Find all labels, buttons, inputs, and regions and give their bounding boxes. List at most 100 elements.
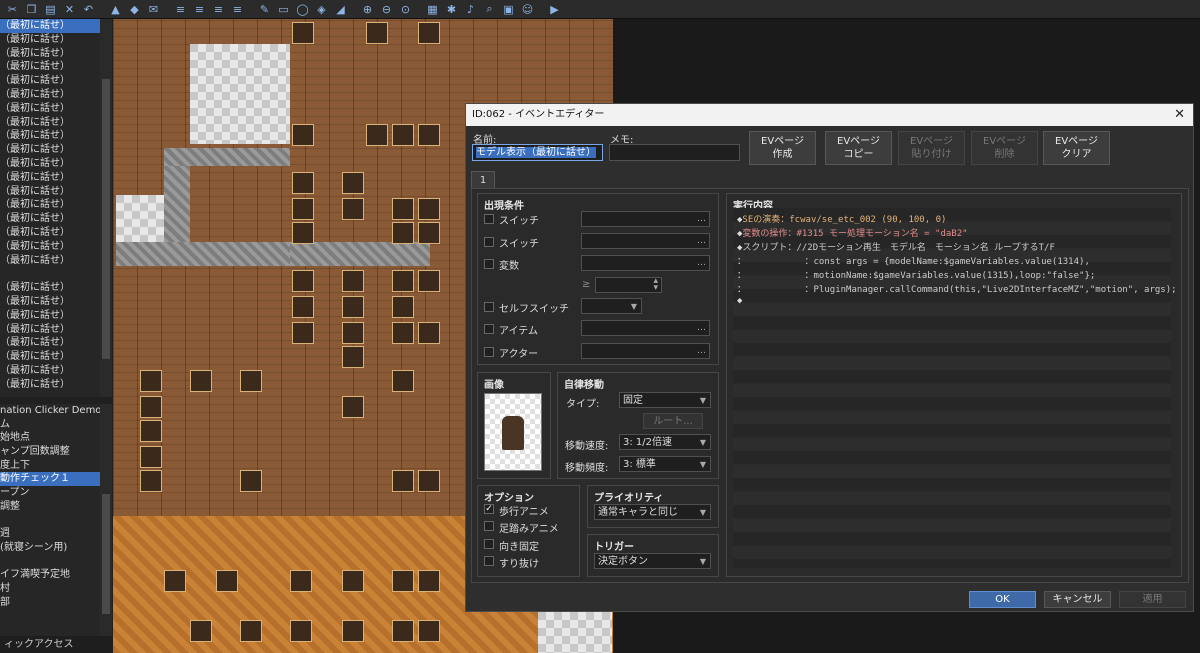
ellipse-icon[interactable]: ◯ <box>294 2 311 17</box>
actor-checkbox[interactable] <box>484 347 494 357</box>
tab-page-1[interactable]: 1 <box>471 171 495 188</box>
map-tree-item[interactable]: nation Clicker Demo1. <box>0 404 100 418</box>
event-list-item[interactable]: （最初に話せ） <box>0 323 100 337</box>
through-checkbox[interactable] <box>484 556 494 566</box>
priority-dropdown[interactable]: 通常キャラと同じ ▼ <box>594 504 711 520</box>
item-field[interactable]: … <box>581 320 710 336</box>
event-list-item[interactable] <box>0 267 100 281</box>
move-speed-dropdown[interactable]: 3: 1/2倍速 ▼ <box>619 434 711 450</box>
map-tree-item[interactable]: 調整 <box>0 500 100 514</box>
event-list-item[interactable]: （最初に話せ） <box>0 295 100 309</box>
map-tree-item[interactable]: 村 <box>0 582 100 596</box>
self-switch-checkbox[interactable] <box>484 302 494 312</box>
database-icon[interactable]: ▦ <box>424 2 441 17</box>
event-list-item[interactable]: （最初に話せ） <box>0 143 100 157</box>
paste-icon[interactable]: ▤ <box>42 2 59 17</box>
event-list-item[interactable]: （最初に話せ） <box>0 185 100 199</box>
apply-button[interactable]: 適用 <box>1119 591 1186 608</box>
trigger-dropdown[interactable]: 決定ボタン ▼ <box>594 553 711 569</box>
layer3-icon[interactable]: ≡ <box>210 2 227 17</box>
map-tree[interactable]: nation Clicker Demo1. ム始地点 ャンプ回数調整 度上下 動作チェッ… <box>0 404 100 636</box>
command-line[interactable]: ： ：motionName:$gameVariables.value(1315)… <box>737 268 1095 281</box>
event-list-item[interactable]: （最初に話せ） <box>0 129 100 143</box>
event-list-item[interactable]: （最初に話せ） <box>0 102 100 116</box>
name-field[interactable]: モデル表示（最初に話せ） <box>472 144 603 161</box>
event-layer-icon[interactable]: ◆ <box>126 2 143 17</box>
variable-value-spinner[interactable]: ▴ ▾ <box>595 277 662 293</box>
actor-field[interactable]: … <box>581 343 710 359</box>
zoom-out-icon[interactable]: ⊖ <box>378 2 395 17</box>
map-tree-item[interactable]: (就寝シーン用) <box>0 541 100 555</box>
character-image-preview[interactable] <box>484 393 542 471</box>
event-list-item[interactable]: （最初に話せ） <box>0 378 100 392</box>
event-list-item[interactable]: （最初に話せ） <box>0 74 100 88</box>
event-list-item[interactable]: （最初に話せ） <box>0 350 100 364</box>
event-list-item[interactable]: （最初に話せ） <box>0 171 100 185</box>
playtest-icon[interactable]: ▶ <box>546 2 563 17</box>
event-list-item[interactable]: （最初に話せ） <box>0 336 100 350</box>
event-list-item[interactable]: （最初に話せ） <box>0 88 100 102</box>
map-tree-item[interactable]: ム <box>0 418 100 432</box>
event-list-item[interactable]: （最初に話せ） <box>0 47 100 61</box>
switch1-field[interactable]: … <box>581 211 710 227</box>
command-list[interactable]: ◆SEの演奏：fcwav/se_etc_002 (90, 100, 0) ◆変数の… <box>733 208 1177 568</box>
event-list-item[interactable]: （最初に話せ） <box>0 157 100 171</box>
stepping-anim-checkbox[interactable] <box>484 521 494 531</box>
switch2-field[interactable]: … <box>581 233 710 249</box>
variable-checkbox[interactable] <box>484 259 494 269</box>
close-icon[interactable]: ✕ <box>1174 104 1185 126</box>
map-tree-item[interactable]: 部 <box>0 596 100 610</box>
fill-icon[interactable]: ◈ <box>313 2 330 17</box>
event-list-item[interactable]: （最初に話せ） <box>0 212 100 226</box>
map-tree-item[interactable]: 始地点 <box>0 431 100 445</box>
event-list-item[interactable]: （最初に話せ） <box>0 226 100 240</box>
event-list-item[interactable]: （最初に話せ） <box>0 254 100 268</box>
event-list-item[interactable]: （最初に話せ） <box>0 198 100 212</box>
direction-fix-checkbox[interactable] <box>484 539 494 549</box>
route-button[interactable]: ルート... <box>643 413 703 429</box>
cancel-button[interactable]: キャンセル <box>1044 591 1111 608</box>
event-list-item[interactable]: （最初に話せ） <box>0 309 100 323</box>
walking-anim-checkbox[interactable]: ✓ <box>484 504 494 514</box>
cut-icon[interactable]: ✂ <box>4 2 21 17</box>
map-tree-item[interactable]: 度上下 <box>0 459 100 473</box>
event-list-scrollbar[interactable] <box>100 19 112 397</box>
sound-icon[interactable]: ♪ <box>462 2 479 17</box>
item-checkbox[interactable] <box>484 324 494 334</box>
command-line[interactable]: ： ：const args = {modelName:$gameVariable… <box>737 254 1090 267</box>
event-list-item[interactable]: （最初に話せ） <box>0 19 100 33</box>
switch2-checkbox[interactable] <box>484 237 494 247</box>
switch1-checkbox[interactable] <box>484 214 494 224</box>
map-tree-item[interactable]: 週 <box>0 527 100 541</box>
move-type-dropdown[interactable]: 固定 ▼ <box>619 392 711 408</box>
pencil-icon[interactable]: ✎ <box>256 2 273 17</box>
move-frequency-dropdown[interactable]: 3: 標準 ▼ <box>619 456 711 472</box>
zoom-actual-icon[interactable]: ⊙ <box>397 2 414 17</box>
command-line[interactable]: ◆SEの演奏：fcwav/se_etc_002 (90, 100, 0) <box>737 212 946 225</box>
map-layer-icon[interactable]: ▲ <box>107 2 124 17</box>
event-list-item[interactable]: （最初に話せ） <box>0 364 100 378</box>
copy-icon[interactable]: ❐ <box>23 2 40 17</box>
event-list-item[interactable]: （最初に話せ） <box>0 60 100 74</box>
map-tree-item[interactable]: ャンプ回数調整 <box>0 445 100 459</box>
resource-icon[interactable]: ▣ <box>500 2 517 17</box>
map-tree-item[interactable] <box>0 514 100 528</box>
rectangle-icon[interactable]: ▭ <box>275 2 292 17</box>
event-list-item[interactable]: （最初に話せ） <box>0 116 100 130</box>
undo-icon[interactable]: ↶ <box>80 2 97 17</box>
variable-field[interactable]: … <box>581 255 710 271</box>
event-list[interactable]: （最初に話せ） （最初に話せ） （最初に話せ） （最初に話せ） （最初に話せ） （最初に話… <box>0 19 100 397</box>
command-line[interactable]: ◆スクリプト：//2Dモーション再生 モデル名 モーション名 ループするT/F <box>737 240 1055 253</box>
page-button-delete[interactable]: EVページ 削除 <box>971 131 1038 165</box>
event-search-icon[interactable]: ⌕ <box>481 2 498 17</box>
memo-field[interactable] <box>609 144 740 161</box>
plugin-icon[interactable]: ✱ <box>443 2 460 17</box>
map-tree-item[interactable] <box>0 555 100 569</box>
command-line[interactable]: ◆ <box>737 296 742 306</box>
shadow-icon[interactable]: ◢ <box>332 2 349 17</box>
ok-button[interactable]: OK <box>969 591 1036 608</box>
map-tree-item[interactable]: ープン <box>0 486 100 500</box>
page-button-copy[interactable]: EVページ コピー <box>825 131 892 165</box>
event-list-item[interactable]: （最初に話せ） <box>0 240 100 254</box>
self-switch-dropdown[interactable]: ▼ <box>581 298 642 314</box>
